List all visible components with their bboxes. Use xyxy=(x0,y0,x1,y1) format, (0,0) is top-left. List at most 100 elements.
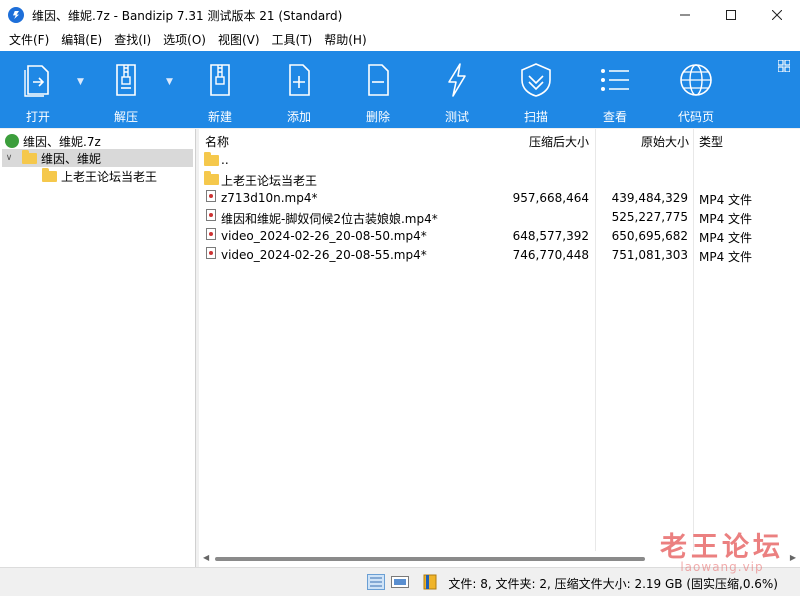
table-row[interactable]: video_2024-02-26_20-08-50.mp4* 648,577,3… xyxy=(199,227,800,246)
scan-button[interactable]: 扫描 xyxy=(515,51,557,128)
menu-help[interactable]: 帮助(H) xyxy=(318,30,372,51)
maximize-button[interactable] xyxy=(708,0,754,30)
chevron-down-icon[interactable]: ∨ xyxy=(2,153,16,163)
close-icon xyxy=(772,10,782,20)
view-button[interactable]: 查看 xyxy=(594,51,636,128)
window-title: 维因、维妮.7z - Bandizip 7.31 测试版本 21 (Standa… xyxy=(32,8,343,23)
codepage-label: 代码页 xyxy=(677,110,714,124)
folder-icon xyxy=(204,171,219,185)
file-name: z713d10n.mp4* xyxy=(221,191,318,205)
table-row[interactable]: video_2024-02-26_20-08-55.mp4* 746,770,4… xyxy=(199,246,800,265)
menu-file[interactable]: 文件(F) xyxy=(3,30,55,51)
tree-item-subfolder[interactable]: 上老王论坛当老王 xyxy=(42,167,157,185)
video-file-icon xyxy=(206,209,216,221)
file-name: video_2024-02-26_20-08-50.mp4* xyxy=(221,229,427,243)
codepage-icon xyxy=(680,64,712,96)
test-button[interactable]: 测试 xyxy=(436,51,478,128)
menu-find[interactable]: 查找(I) xyxy=(108,30,157,51)
open-label: 打开 xyxy=(25,110,50,124)
table-row[interactable]: 维因和维妮-脚奴伺候2位古装娘娘.mp4* 525,227,775 MP4 文件 xyxy=(199,208,800,227)
column-type-header[interactable]: 类型 xyxy=(699,133,723,150)
bandizip-app-icon xyxy=(8,7,24,23)
list-header: 名称 压缩后大小 原始大小 类型 xyxy=(199,129,800,151)
minimize-button[interactable] xyxy=(662,0,708,30)
watermark-text: 老王论坛 xyxy=(660,532,784,563)
minimize-icon xyxy=(680,14,690,16)
column-packed-header[interactable]: 压缩后大小 xyxy=(529,133,589,150)
open-icon xyxy=(24,65,49,97)
menu-bar: 文件(F) 编辑(E) 查找(I) 选项(O) 视图(V) 工具(T) 帮助(H… xyxy=(0,30,800,51)
scan-label: 扫描 xyxy=(523,110,548,124)
watermark-url: laowang.vip xyxy=(680,560,764,574)
title-bar: 维因、维妮.7z - Bandizip 7.31 测试版本 21 (Standa… xyxy=(0,0,800,30)
video-file-icon xyxy=(206,190,216,202)
folder-icon xyxy=(22,149,37,164)
file-list: 名称 压缩后大小 原始大小 类型 .. 上老王论坛当老王 z713d10n.mp… xyxy=(199,129,800,551)
list-item-parent[interactable]: .. xyxy=(199,151,800,170)
test-label: 测试 xyxy=(444,110,469,124)
toolbar: 打开 ▼ 解压 ▼ 新建 添加 删除 测试 扫描 查看 代码页 xyxy=(0,51,800,128)
status-text: 文件: 8, 文件夹: 2, 压缩文件大小: 2.19 GB (固实压缩,0.6… xyxy=(448,577,778,591)
new-archive-label: 新建 xyxy=(207,110,232,124)
extract-icon xyxy=(116,64,136,96)
codepage-button[interactable]: 代码页 xyxy=(673,51,719,128)
menu-options[interactable]: 选项(O) xyxy=(157,30,212,51)
column-name-header[interactable]: 名称 xyxy=(205,133,229,150)
file-name: .. xyxy=(221,153,229,167)
column-size-header[interactable]: 原始大小 xyxy=(641,133,689,150)
add-icon xyxy=(289,64,310,96)
extract-label: 解压 xyxy=(113,110,138,124)
extract-button[interactable]: 解压 xyxy=(103,51,149,128)
window-controls xyxy=(662,0,800,30)
tree-folder-label: 维因、维妮 xyxy=(41,151,102,166)
details-view-icon[interactable] xyxy=(367,574,385,590)
archive-icon xyxy=(5,134,19,148)
menu-tools[interactable]: 工具(T) xyxy=(266,30,319,51)
add-label: 添加 xyxy=(286,110,311,124)
original-size: 525,227,775 xyxy=(611,210,688,224)
table-row[interactable]: z713d10n.mp4* 957,668,464 439,484,329 MP… xyxy=(199,189,800,208)
tree-subfolder-label: 上老王论坛当老王 xyxy=(61,169,158,184)
folder-icon xyxy=(42,167,57,182)
file-type: MP4 文件 xyxy=(699,212,753,226)
close-button[interactable] xyxy=(754,0,800,30)
preview-view-icon[interactable] xyxy=(391,574,409,590)
menu-view[interactable]: 视图(V) xyxy=(212,30,266,51)
scan-icon xyxy=(521,63,551,97)
folder-tree: 维因、维妮.7z ∨ 维因、维妮 上老王论坛当老王 xyxy=(0,129,196,567)
scroll-left-icon[interactable]: ◀ xyxy=(203,553,209,562)
delete-button[interactable]: 删除 xyxy=(357,51,399,128)
folder-icon xyxy=(204,152,219,166)
test-icon xyxy=(448,63,466,97)
new-archive-icon xyxy=(210,64,230,96)
file-type: MP4 文件 xyxy=(699,193,753,207)
delete-icon xyxy=(368,64,389,96)
file-name: 上老王论坛当老王 xyxy=(221,174,318,188)
layout-menu-icon[interactable] xyxy=(778,60,790,72)
view-icon xyxy=(601,69,629,91)
file-type: MP4 文件 xyxy=(699,250,753,264)
add-button[interactable]: 添加 xyxy=(278,51,320,128)
file-type: MP4 文件 xyxy=(699,231,753,245)
file-name: 维因和维妮-脚奴伺候2位古装娘娘.mp4* xyxy=(221,212,438,226)
maximize-icon xyxy=(726,10,736,20)
scroll-right-icon[interactable]: ▶ xyxy=(790,553,796,562)
menu-edit[interactable]: 编辑(E) xyxy=(55,30,108,51)
video-file-icon xyxy=(206,247,216,259)
tree-item-folder[interactable]: ∨ 维因、维妮 xyxy=(2,149,193,167)
original-size: 751,081,303 xyxy=(611,248,688,262)
new-archive-button[interactable]: 新建 xyxy=(199,51,241,128)
tree-item-archive[interactable]: 维因、维妮.7z xyxy=(0,132,196,150)
extract-dropdown-icon[interactable]: ▼ xyxy=(166,77,173,87)
video-file-icon xyxy=(206,228,216,240)
original-size: 439,484,329 xyxy=(611,191,688,205)
delete-label: 删除 xyxy=(365,110,390,124)
packed-size: 957,668,464 xyxy=(512,191,589,205)
open-dropdown-icon[interactable]: ▼ xyxy=(77,77,84,87)
original-size: 650,695,682 xyxy=(611,229,688,243)
view-label: 查看 xyxy=(602,110,627,124)
open-button[interactable]: 打开 xyxy=(17,51,59,128)
list-item-folder[interactable]: 上老王论坛当老王 xyxy=(199,170,800,189)
scrollbar-thumb[interactable] xyxy=(215,557,645,561)
archive-info-icon[interactable] xyxy=(421,574,439,590)
